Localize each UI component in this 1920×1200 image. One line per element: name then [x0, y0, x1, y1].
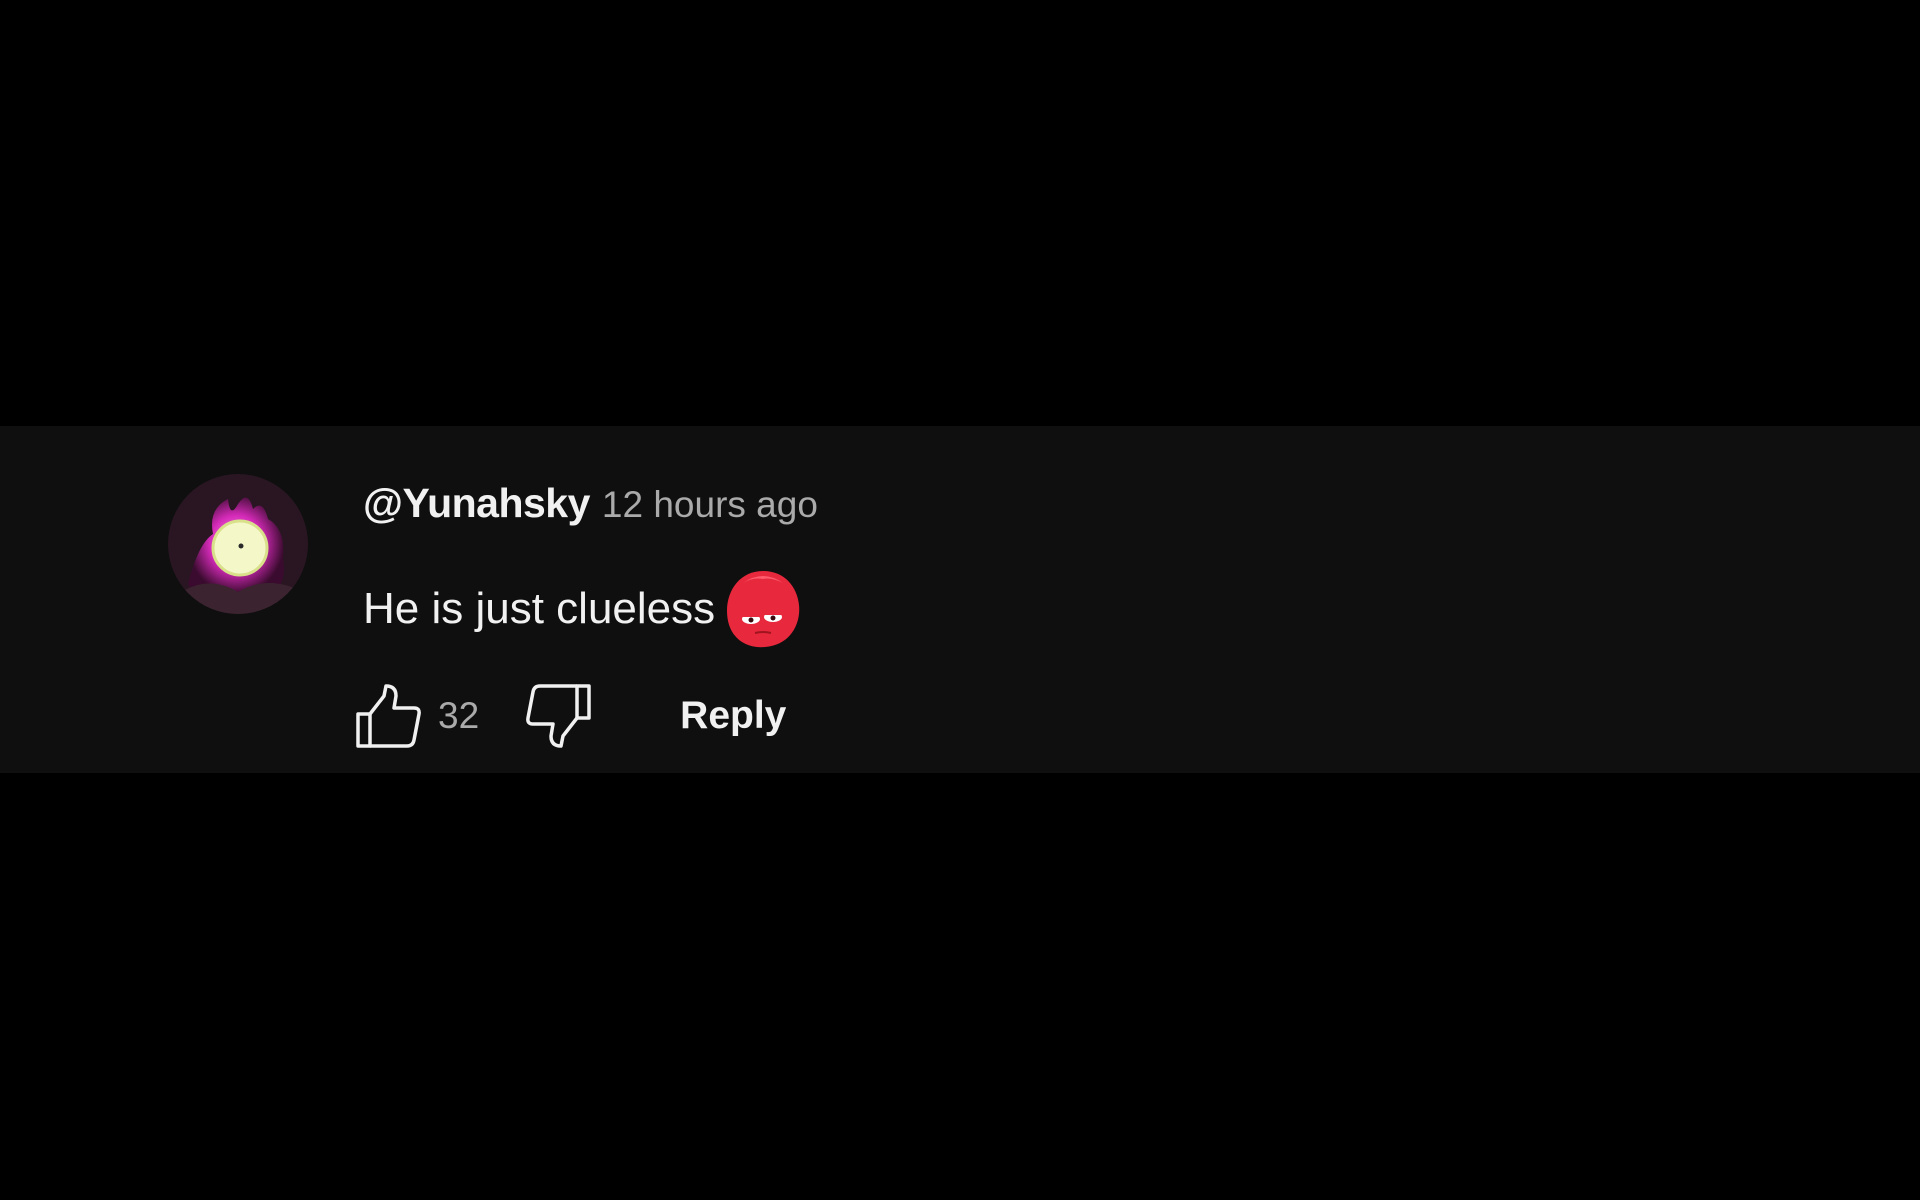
clueless-face-emoji — [719, 565, 807, 653]
comment-container — [0, 426, 1920, 773]
comment-text: He is just clueless — [363, 584, 716, 633]
dislike-button[interactable] — [523, 680, 595, 752]
comment-header: @Yunahsky 12 hours ago — [363, 478, 818, 538]
like-button[interactable] — [352, 680, 424, 752]
avatar[interactable] — [168, 474, 308, 614]
reply-button[interactable]: Reply — [680, 694, 786, 738]
like-count: 32 — [438, 695, 480, 736]
avatar-image — [168, 474, 308, 614]
author-name[interactable]: @Yunahsky — [363, 480, 590, 526]
comment-body: He is just clueless — [363, 565, 807, 653]
comment-timestamp[interactable]: 12 hours ago — [602, 484, 818, 525]
thumbs-down-icon — [526, 684, 591, 748]
comment-actions: 32 Reply — [352, 680, 786, 752]
thumbs-up-icon — [356, 684, 421, 748]
